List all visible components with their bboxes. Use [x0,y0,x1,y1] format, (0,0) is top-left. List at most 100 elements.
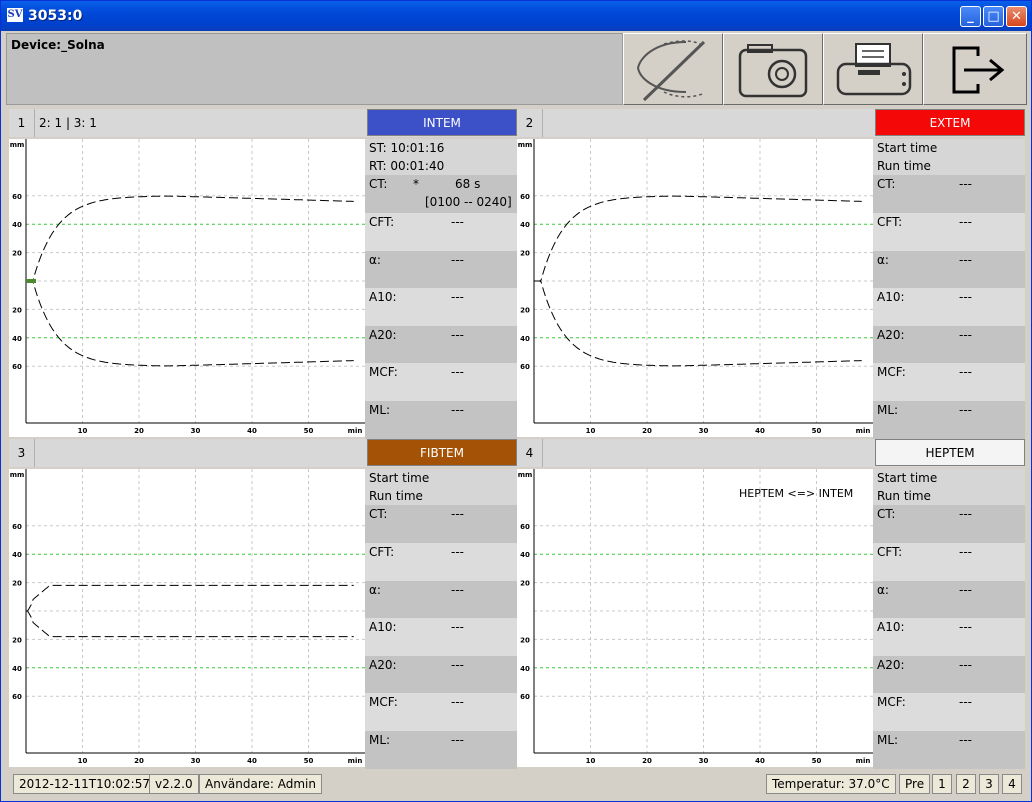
title-bar[interactable]: SV 3053:0 _ □ ✕ [1,1,1031,31]
start-time: ST: 10:01:16 [369,141,445,155]
result-row-a20: A20: --- [365,655,517,694]
results-panel: Start time Run time CT: --- CFT: --- α: --- A10:… [873,469,1025,769]
temogram-chart: mm 60 40 20 20 40 60 10 20 30 40 50 min [9,469,365,767]
channel-panel-4: 4 HEPTEM mm 60 40 20 20 40 60 10 20 30 40 50 min HEP… [517,439,1025,769]
result-value: --- [451,582,464,597]
result-label: CFT: [877,545,903,559]
y-tick-label: 60 [520,363,530,371]
result-row-mcf: MCF: --- [365,363,517,401]
user-button[interactable]: Användare: Admin [199,774,322,794]
y-tick-label: 20 [520,306,530,314]
result-label: CFT: [369,215,395,229]
start-time: Start time [369,471,430,485]
page-3-button[interactable]: 3 [979,774,999,794]
close-button[interactable]: ✕ [1006,6,1027,27]
ct-row: CT: --- [873,175,1025,213]
result-value: --- [451,695,464,710]
ct-row: CT: --- [873,505,1025,543]
result-row-a10: A10: --- [365,618,517,656]
y-tick-label: 20 [12,250,22,258]
status-bar: 2012-12-11T10:02:57 v2.2.0 Användare: Ad… [1,769,1031,801]
result-row-cft: CFT: --- [873,543,1025,581]
maximize-button[interactable]: □ [983,6,1004,27]
result-value: --- [959,657,972,672]
result-label: A20: [877,657,905,672]
y-tick-label: 20 [12,636,22,644]
result-value: --- [451,215,464,229]
time-rows: Start time Run time [873,469,1025,505]
result-row-a20: A20: --- [873,325,1025,364]
result-value: --- [451,327,464,342]
result-label: A10: [877,290,905,305]
x-tick-label: 50 [304,427,314,435]
y-tick-label: 20 [12,306,22,314]
result-row-ml: ML: --- [365,401,517,439]
device-label: Device:_Solna [11,38,105,52]
result-value: --- [451,620,464,635]
print-button[interactable] [823,33,923,105]
curve-upper [534,195,862,282]
time-rows: ST: 10:01:16 RT: 00:01:40 [365,139,517,175]
result-row-cft: CFT: --- [365,543,517,581]
window-title: 3053:0 [28,8,83,24]
results-panel: Start time Run time CT: --- CFT: --- α: --- A10:… [365,469,517,769]
x-tick-label: 20 [134,757,144,765]
temogram-chart: mm 60 40 20 20 40 60 10 20 30 40 50 min [9,139,365,437]
result-label: ML: [877,733,899,747]
curve-toggle-button[interactable] [623,33,723,105]
y-tick-label: 60 [520,193,530,201]
y-tick-label: 60 [12,693,22,701]
y-tick-label: 40 [520,551,530,559]
y-tick-label: 60 [12,193,22,201]
result-row-α: α: --- [873,580,1025,619]
assay-button-fibtem[interactable]: FIBTEM [367,439,517,466]
assay-button-heptem[interactable]: HEPTEM [875,439,1025,466]
result-row-mcf: MCF: --- [873,363,1025,401]
result-label: ML: [369,403,391,417]
page-4-button[interactable]: 4 [1002,774,1022,794]
result-label: CFT: [877,215,903,229]
ct-value: 68 s [455,177,481,191]
assay-button-intem[interactable]: INTEM [367,109,517,136]
camera-icon [738,44,808,98]
page-2-button[interactable]: 2 [956,774,976,794]
x-unit-label: min [348,427,363,435]
x-tick-label: 20 [134,427,144,435]
result-value: --- [451,252,464,267]
x-tick-label: 30 [191,427,201,435]
snapshot-button[interactable] [723,33,823,105]
minimize-button[interactable]: _ [960,6,981,27]
result-label: ML: [369,733,391,747]
assay-button-extem[interactable]: EXTEM [875,109,1025,136]
x-tick-label: 20 [642,427,652,435]
x-tick-label: 20 [642,757,652,765]
temogram-chart: mm 60 40 20 20 40 60 10 20 30 40 50 min HEPTEM <=> I… [517,469,873,767]
channel-number: 1 [9,109,35,137]
x-tick-label: 40 [247,757,257,765]
exit-button[interactable] [923,33,1027,105]
x-tick-label: 30 [699,427,709,435]
pre-button[interactable]: Pre [899,774,931,794]
baseline-marker [26,279,36,283]
result-value: --- [959,545,972,559]
exit-icon [952,46,1005,94]
panel-header: 3 FIBTEM [9,439,517,467]
run-time: Run time [877,489,931,503]
ct-row: CT: --- [365,505,517,543]
result-label: A10: [369,290,397,305]
temperature-display: Temperatur: 37.0°C [766,774,896,794]
result-label: α: [877,252,889,267]
ct-value: --- [959,177,972,191]
y-unit-label: mm [518,471,533,479]
page-1-button[interactable]: 1 [932,774,952,794]
run-time: Run time [369,489,423,503]
result-row-mcf: MCF: --- [873,693,1025,731]
y-unit-label: mm [10,471,25,479]
result-value: --- [451,545,464,559]
ct-value: --- [451,507,464,521]
result-value: --- [959,620,972,635]
run-time: RT: 00:01:40 [369,159,445,173]
result-value: --- [959,327,972,342]
result-label: CFT: [369,545,395,559]
result-label: MCF: [369,365,398,380]
